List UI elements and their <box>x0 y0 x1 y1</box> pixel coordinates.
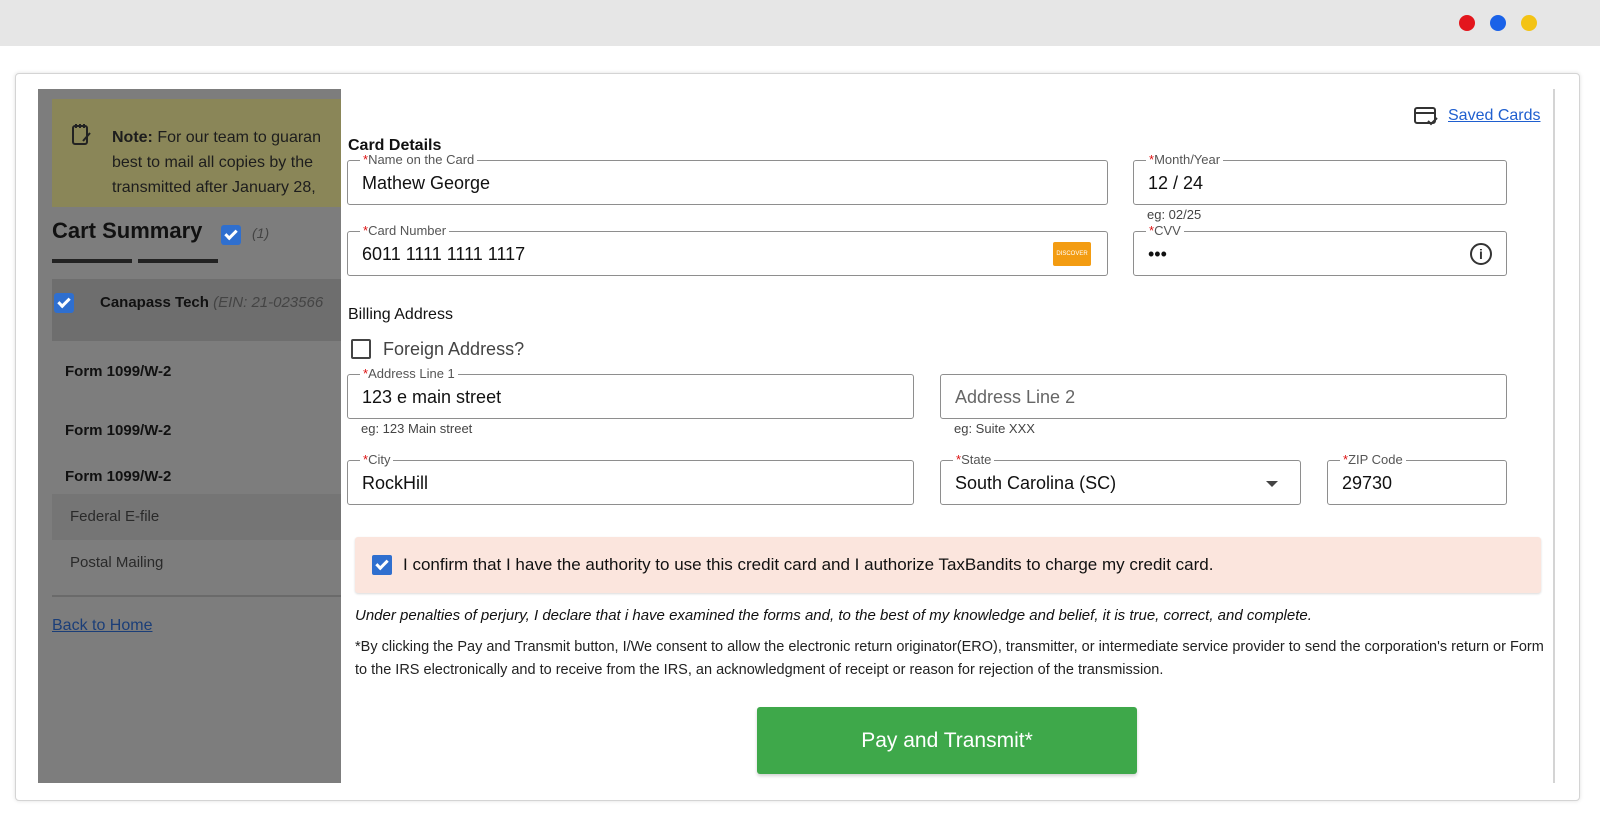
service-postal-mailing: Postal Mailing <box>70 554 164 571</box>
divider <box>52 595 341 597</box>
billing-address-title: Billing Address <box>348 306 453 323</box>
cart-form-item: Form 1099/W-2 <box>65 422 172 439</box>
tab-underline <box>138 259 218 263</box>
authorize-checkbox[interactable] <box>372 555 392 575</box>
state-select[interactable]: *State South Carolina (SC) <box>940 453 1301 505</box>
address-line-1-field[interactable]: *Address Line 1 123 e main street <box>347 367 914 419</box>
payment-panel: Saved Cards Card Details *Name on the Ca… <box>341 89 1555 783</box>
yellow-dot-icon <box>1521 15 1537 31</box>
tab-underline <box>52 259 132 263</box>
authorization-confirm-box: I confirm that I have the authority to u… <box>355 537 1541 593</box>
card-number-field[interactable]: *Card Number 6011 1111 1111 1117 DISCOVE… <box>347 224 1108 276</box>
note-banner: Note: For our team to guaran best to mai… <box>52 99 341 207</box>
window-titlebar <box>0 0 1600 46</box>
cart-sidebar-overlay: Note: For our team to guaran best to mai… <box>38 89 341 783</box>
field-label: *ZIP Code <box>1340 453 1406 467</box>
consent-statement: *By clicking the Pay and Transmit button… <box>355 639 1544 678</box>
expiry-field[interactable]: *Month/Year 12 / 24 <box>1133 153 1507 205</box>
credit-card-icon <box>1414 107 1438 126</box>
field-label: *State <box>953 453 995 467</box>
address-line-2-hint: eg: Suite XXX <box>954 421 1035 436</box>
city-field[interactable]: *City RockHill <box>347 453 914 505</box>
field-label: *Card Number <box>360 224 450 238</box>
check-icon <box>57 294 71 309</box>
field-value: South Carolina (SC) <box>955 473 1117 493</box>
field-value: ••• <box>1148 244 1167 264</box>
foreign-address-label: Foreign Address? <box>383 339 525 359</box>
info-icon[interactable]: i <box>1470 243 1492 265</box>
field-value: 29730 <box>1342 473 1393 493</box>
field-value: RockHill <box>362 473 429 493</box>
cart-summary-title: Cart Summary <box>52 218 203 243</box>
check-icon <box>375 556 389 571</box>
saved-cards[interactable]: Saved Cards <box>1414 106 1541 126</box>
field-value: 6011 1111 1111 1117 <box>362 244 526 264</box>
field-label: *City <box>360 453 394 467</box>
zip-code-field[interactable]: *ZIP Code 29730 <box>1327 453 1507 505</box>
company-checkbox[interactable] <box>54 293 74 313</box>
cart-select-all-checkbox[interactable] <box>221 225 241 245</box>
service-federal-efile: Federal E-file <box>70 508 160 525</box>
red-dot-icon <box>1459 15 1475 31</box>
foreign-address-checkbox[interactable] <box>351 339 371 359</box>
address-line-1-hint: eg: 123 Main street <box>361 421 473 436</box>
address-line-2-field[interactable]: Address Line 2 <box>940 374 1507 419</box>
cvv-field[interactable]: *CVV ••• i <box>1133 224 1507 276</box>
field-label: *Address Line 1 <box>360 367 458 381</box>
pay-and-transmit-button[interactable]: Pay and Transmit* <box>757 707 1137 774</box>
field-value: 123 e main street <box>362 387 502 407</box>
field-label: *CVV <box>1146 224 1184 238</box>
panel-scroll-edge <box>1553 89 1555 783</box>
field-value: Mathew George <box>362 173 491 193</box>
check-icon <box>224 226 238 241</box>
name-on-card-field[interactable]: *Name on the Card Mathew George <box>347 153 1108 205</box>
cart-count: (1) <box>252 225 270 241</box>
chevron-down-icon <box>1266 481 1278 487</box>
field-value: 12 / 24 <box>1148 173 1204 193</box>
blue-dot-icon <box>1490 15 1506 31</box>
note-text: Note: For our team to guaran best to mai… <box>112 129 321 196</box>
field-label: *Name on the Card <box>360 153 478 167</box>
back-to-home-link[interactable]: Back to Home <box>52 617 152 635</box>
expiry-hint: eg: 02/25 <box>1147 207 1202 222</box>
saved-cards-link[interactable]: Saved Cards <box>1448 107 1541 125</box>
authorize-text: I confirm that I have the authority to u… <box>403 555 1214 574</box>
notepad-icon <box>72 124 91 145</box>
company-name: Canapass Tech (EIN: 21-023566 <box>100 294 324 311</box>
cart-form-item: Form 1099/W-2 <box>65 363 172 380</box>
discover-card-icon: DISCOVER <box>1053 242 1091 266</box>
field-label: *Month/Year <box>1146 153 1224 167</box>
cart-form-item: Form 1099/W-2 <box>65 468 172 485</box>
field-placeholder: Address Line 2 <box>955 387 1076 407</box>
penalty-statement: Under penalties of perjury, I declare th… <box>355 607 1312 624</box>
